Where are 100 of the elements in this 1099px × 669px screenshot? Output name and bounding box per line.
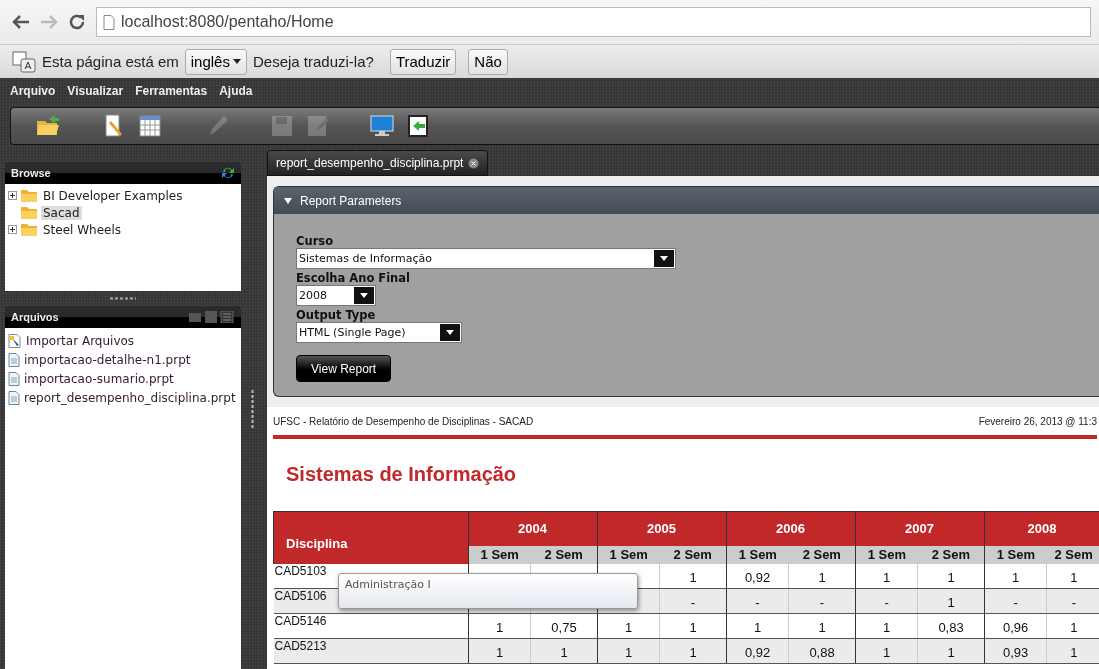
calendar-icon[interactable] [137,113,163,139]
expand-icon[interactable] [8,225,17,234]
table-cell: 1 [726,613,789,639]
table-cell: 1 [659,613,727,639]
table-cell: 1 [530,638,598,664]
view-report-button[interactable]: View Report [296,355,392,382]
table-cell: 1 [984,563,1047,589]
table-cell: 0,92 [726,563,789,589]
parameters-title: Report Parameters [300,193,402,208]
document-icon [8,390,20,405]
table-cell: 1 [917,563,985,589]
select-field[interactable]: HTML (Single Page) [296,322,462,343]
panel-title: Arquivos [11,311,59,323]
report-title: Sistemas de Informação [285,462,518,487]
splitter-grip-icon[interactable] [250,389,254,430]
report-date: Fevereiro 26, 2013 @ 11:3 [978,415,1097,427]
table-cell: 1 [1046,613,1099,639]
field-label: Curso [296,234,334,248]
table-cell: 0,88 [788,638,856,664]
column-header: Disciplina [273,511,469,564]
table-cell: 1 [788,563,856,589]
select-field[interactable]: 2008 [296,285,376,306]
dropdown-icon [654,250,674,267]
page-icon [103,14,115,30]
file-item[interactable]: importacao-detalhe-n1.prpt [24,352,191,367]
table-cell: 1 [659,563,727,589]
splitter-grip-icon[interactable] [109,297,137,300]
table-cell: 1 [468,638,531,664]
back-icon[interactable] [12,14,30,30]
table-cell: 1 [659,638,727,664]
table-cell: 1 [917,588,985,614]
tree-item[interactable]: Sacad [41,205,82,220]
panel-title: Browse [11,167,51,179]
collapse-icon[interactable] [284,197,292,204]
folder-icon [21,189,37,202]
select-field[interactable]: Sistemas de Informação [296,248,676,269]
tree-item[interactable]: Steel Wheels [41,222,124,237]
language-dropdown[interactable]: inglês [184,48,247,75]
column-header: 2004 [468,511,598,546]
exit-icon[interactable] [405,113,431,139]
file-item[interactable]: report_desempenho_disciplina.prpt [24,390,236,405]
field-label: Output Type [296,308,376,322]
table-cell: - [659,588,727,614]
table-cell: 0,92 [726,638,789,664]
decline-button[interactable]: Não [468,48,508,75]
table-cell: - [1046,588,1099,614]
field-label: Escolha Ano Final [296,271,410,285]
menu-item[interactable]: Visualizar [67,84,124,98]
menu-item[interactable]: Ajuda [219,84,253,98]
document-icon [8,352,20,367]
column-header: 2005 [597,511,727,546]
dropdown-icon [354,287,374,304]
table-cell: 1 [855,613,918,639]
column-header: 2007 [855,511,985,546]
translate-button[interactable]: Traduzir [389,48,457,75]
table-cell: - [984,588,1047,614]
column-header: 2008 [984,511,1099,546]
import-link[interactable]: Importar Arquivos [26,333,135,348]
table-cell: 0,83 [917,613,985,639]
table-cell: 1 [1046,638,1099,664]
document-icon [8,371,20,386]
table-cell: 1 [468,613,531,639]
folder-icon [21,206,37,219]
table-cell: 1 [1046,563,1099,589]
tree-item[interactable]: BI Developer Examples [41,188,185,203]
table-cell: 1 [917,638,985,664]
table-cell: 0,96 [984,613,1047,639]
document-tab[interactable]: report_desempenho_disciplina.prpt [267,150,489,176]
expand-icon[interactable] [8,191,17,200]
table-cell: - [788,588,856,614]
menu-item[interactable]: Arquivo [10,84,56,98]
column-header: 2006 [726,511,856,546]
table-cell: - [855,588,918,614]
menu-item[interactable]: Ferramentas [135,84,208,98]
refresh-icon[interactable] [221,166,235,180]
caret-icon [232,59,241,64]
parameters-header[interactable]: Report Parameters [274,187,1099,214]
translate-icon [12,50,36,73]
report-header: UFSC - Relatório de Desempenho de Disciplinas - SACAD [273,415,534,427]
table-cell: 1 [855,638,918,664]
table-cell: 1 [597,638,660,664]
table-cell: 0,93 [984,638,1047,664]
table-cell: - [726,588,789,614]
table-cell: 1 [788,613,856,639]
import-icon [8,333,22,348]
translate-message: Esta página está em [42,53,179,70]
table-cell: 1 [597,613,660,639]
file-item[interactable]: importacao-sumario.prpt [24,371,174,386]
table-cell: 0,75 [530,613,598,639]
tooltip: Administração I [338,573,638,609]
close-icon[interactable] [468,157,480,169]
reload-icon[interactable] [68,13,86,31]
monitor-icon[interactable] [369,113,395,139]
table-cell: CAD5146 [273,613,469,639]
view-options-icon[interactable] [189,311,235,323]
address-bar[interactable]: localhost:8080/pentaho/Home [96,7,1091,37]
dropdown-icon [440,324,460,341]
table-cell: 1 [855,563,918,589]
folder-icon [21,223,37,236]
url-text: localhost:8080/pentaho/Home [121,13,334,31]
